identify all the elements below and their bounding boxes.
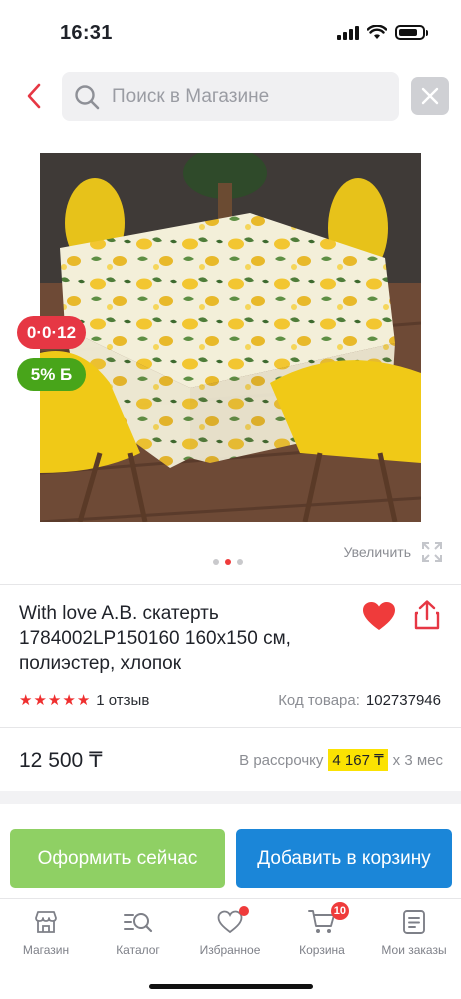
zoom-button[interactable]: Увеличить	[343, 541, 443, 563]
carousel-dots	[213, 559, 243, 565]
star-icon: ★	[62, 692, 76, 709]
sku-value: 102737946	[365, 691, 441, 709]
tab-label: Каталог	[116, 943, 160, 957]
search-icon	[75, 85, 100, 110]
wifi-icon	[367, 24, 387, 39]
catalog-search-icon	[123, 907, 153, 937]
installment-promo-badge: 0·0·12	[17, 316, 86, 349]
tab-catalog[interactable]: Каталог	[92, 907, 184, 957]
status-time: 16:31	[60, 22, 113, 44]
divider	[0, 584, 461, 585]
star-icon: ★	[76, 692, 91, 709]
heart-icon	[215, 906, 249, 937]
cellular-signal-icon	[337, 24, 359, 40]
buy-now-button[interactable]: Оформить сейчас	[10, 829, 225, 888]
heart-filled-icon	[363, 602, 395, 630]
tab-cart[interactable]: 10 Корзина	[276, 902, 368, 957]
installment-suffix: x 3 мес	[392, 751, 443, 769]
installment-info[interactable]: В рассрочку 4 167 ₸ x 3 мес	[239, 749, 443, 771]
star-icon: ★	[33, 692, 47, 709]
home-indicator	[149, 984, 313, 989]
tablecloth-photo	[40, 153, 421, 522]
share-icon	[414, 600, 440, 630]
tab-favorites[interactable]: Избранное	[184, 906, 276, 957]
tab-label: Избранное	[199, 943, 261, 957]
divider	[0, 727, 461, 728]
tab-bar: Магазин Каталог Избранное 10 Корзина Мои…	[0, 898, 461, 968]
close-icon	[421, 87, 439, 105]
status-icons	[337, 24, 428, 40]
cart-count-badge: 10	[330, 902, 349, 920]
cart-icon: 10	[307, 902, 349, 937]
search-box[interactable]	[62, 72, 399, 121]
product-badges: 0·0·12 5% Б	[17, 316, 86, 400]
product-title: With love A.B. скатерть 1784002LP150160 …	[19, 603, 291, 674]
carousel-dot[interactable]	[237, 559, 243, 565]
rating-row: ★ ★ ★ ★ ★ 1 отзыв Код товара: 102737946	[19, 689, 441, 711]
bonus-badge: 5% Б	[17, 358, 86, 391]
status-bar: 16:31	[0, 0, 461, 66]
tab-label: Мои заказы	[381, 943, 447, 957]
search-input[interactable]	[112, 72, 392, 121]
carousel-dot[interactable]	[213, 559, 219, 565]
carousel-dot-active[interactable]	[225, 559, 231, 565]
star-icon: ★	[47, 692, 62, 709]
store-icon	[31, 907, 61, 937]
expand-icon	[422, 542, 442, 562]
star-icon: ★	[19, 692, 33, 709]
installment-prefix: В рассрочку	[239, 751, 324, 769]
reviews-link[interactable]: 1 отзыв	[96, 692, 149, 709]
chevron-left-icon	[27, 83, 41, 109]
search-header	[0, 66, 461, 126]
zoom-label: Увеличить	[343, 544, 411, 560]
tab-store[interactable]: Магазин	[0, 907, 92, 957]
orders-icon	[399, 907, 429, 937]
sku-label: Код товара: 102737946	[278, 692, 441, 709]
share-button[interactable]	[413, 600, 441, 635]
favorite-button[interactable]	[362, 601, 396, 636]
product-image[interactable]	[40, 153, 421, 522]
back-button[interactable]	[18, 78, 50, 114]
sku-label-text: Код товара:	[278, 691, 360, 709]
section-separator	[0, 791, 461, 804]
tab-label: Корзина	[299, 943, 345, 957]
price: 12 500 ₸	[19, 748, 103, 772]
rating-stars: ★ ★ ★ ★ ★	[19, 691, 90, 709]
add-to-cart-button[interactable]: Добавить в корзину	[236, 829, 452, 888]
battery-icon	[395, 24, 428, 40]
tab-label: Магазин	[22, 943, 70, 957]
price-row: 12 500 ₸ В рассрочку 4 167 ₸ x 3 мес	[19, 745, 443, 775]
installment-amount: 4 167 ₸	[328, 749, 388, 771]
favorites-notification-dot	[239, 906, 249, 916]
clear-search-button[interactable]	[411, 77, 449, 115]
tab-orders[interactable]: Мои заказы	[368, 907, 460, 957]
